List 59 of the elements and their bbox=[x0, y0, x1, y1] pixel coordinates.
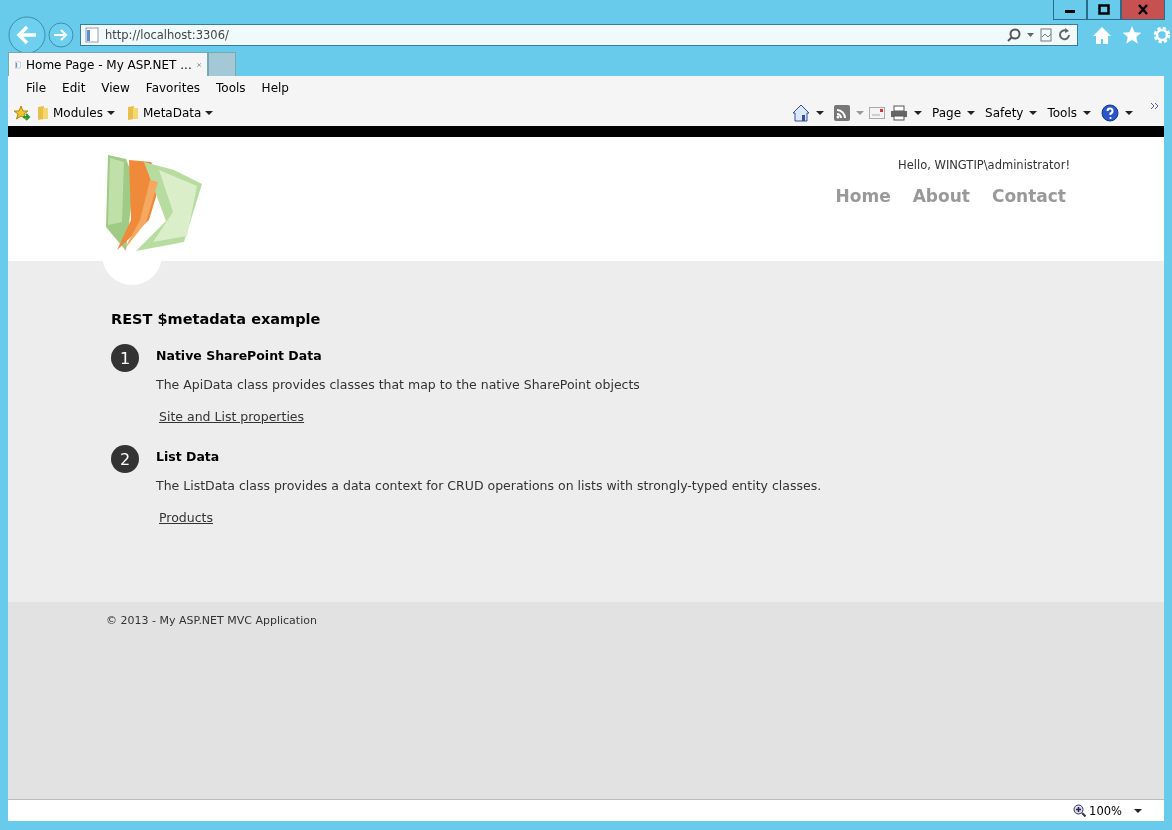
search-icon[interactable] bbox=[1007, 28, 1021, 42]
command-menu[interactable]: Tools bbox=[1042, 105, 1096, 120]
browser-tab[interactable]: Home Page - My ASP.NET ... bbox=[8, 52, 208, 76]
tab-title: Home Page - My ASP.NET ... bbox=[26, 57, 192, 72]
mail-icon[interactable] bbox=[869, 106, 885, 119]
caret-icon bbox=[106, 110, 115, 115]
menu-item[interactable]: Favorites bbox=[137, 80, 209, 95]
maximize-button[interactable] bbox=[1087, 0, 1121, 20]
section-description: The ApiData class provides classes that map to the native SharePoint objects bbox=[156, 377, 641, 392]
favorites-star-icon[interactable] bbox=[13, 104, 31, 121]
menu-item[interactable]: Tools bbox=[208, 80, 254, 95]
minimize-button[interactable] bbox=[1053, 0, 1087, 20]
help-icon bbox=[1101, 103, 1119, 122]
refresh-icon[interactable] bbox=[1058, 28, 1071, 42]
command-menu[interactable]: Safety bbox=[980, 105, 1043, 120]
page-icon bbox=[85, 27, 99, 43]
chevron-icon[interactable] bbox=[1150, 101, 1160, 110]
caret-icon bbox=[1125, 110, 1133, 115]
caret-icon bbox=[1083, 110, 1091, 115]
maximize-icon bbox=[1098, 4, 1110, 15]
step-number: 2 bbox=[111, 445, 139, 473]
back-button[interactable] bbox=[8, 16, 46, 54]
url-text: http://localhost:3306/ bbox=[105, 28, 230, 42]
section-link[interactable]: Products bbox=[159, 510, 213, 525]
caret-icon bbox=[967, 110, 976, 115]
caret-icon bbox=[816, 110, 824, 115]
close-icon bbox=[1137, 4, 1149, 15]
menu-item[interactable]: File bbox=[18, 80, 55, 95]
section-link[interactable]: Site and List properties bbox=[159, 409, 305, 424]
caret-icon bbox=[914, 110, 922, 115]
zoom-level[interactable]: 100% bbox=[1073, 803, 1122, 818]
menu-item[interactable]: Edit bbox=[54, 80, 94, 95]
menu-item[interactable]: View bbox=[93, 80, 138, 95]
section-description: The ListData class provides a data context for CRUD operations on lists with strongly-typed entity classes. bbox=[156, 478, 823, 493]
command-menu[interactable]: Page bbox=[927, 105, 981, 120]
caret-icon bbox=[856, 110, 864, 115]
forward-button[interactable] bbox=[48, 22, 74, 48]
caret-icon[interactable] bbox=[1134, 808, 1142, 813]
page-heading: REST $metadata example bbox=[111, 311, 322, 327]
caret-icon bbox=[1029, 110, 1038, 115]
footer-text: © 2013 - My ASP.NET MVC Application bbox=[106, 614, 317, 627]
zoom-icon bbox=[1073, 804, 1087, 817]
folder-icon bbox=[126, 105, 139, 120]
compatibility-view-icon[interactable] bbox=[1040, 28, 1052, 42]
step-number: 1 bbox=[111, 344, 139, 372]
address-field[interactable]: http://localhost:3306/ bbox=[80, 24, 1078, 46]
close-button[interactable] bbox=[1121, 0, 1165, 20]
folder-menu[interactable]: Modules bbox=[31, 105, 121, 120]
section-title: List Data bbox=[156, 449, 221, 464]
caret-icon bbox=[205, 110, 214, 115]
menu-item[interactable]: Help bbox=[253, 80, 297, 95]
feed-icon bbox=[834, 104, 850, 121]
greeting-text: Hello, WINGTIP\administrator! bbox=[898, 158, 1070, 172]
folder-icon bbox=[37, 105, 49, 120]
folder-menu[interactable]: MetaData bbox=[120, 105, 220, 120]
star-icon[interactable] bbox=[1122, 25, 1142, 45]
home-icon bbox=[792, 103, 810, 122]
section-title: Native SharePoint Data bbox=[156, 348, 323, 363]
printer-icon bbox=[890, 104, 908, 121]
